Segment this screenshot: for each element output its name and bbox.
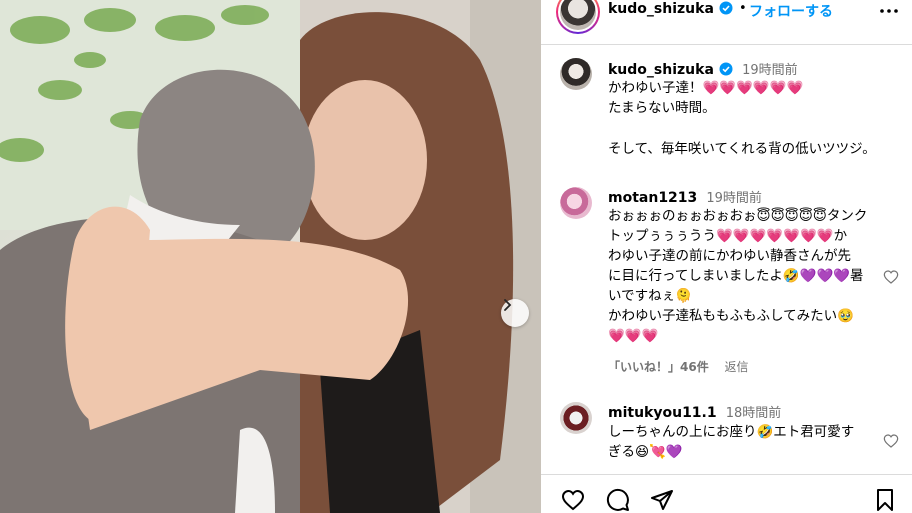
- comment-like-heart-icon[interactable]: [883, 433, 899, 449]
- caption-line: そして、毎年咲いてくれる背の低いツツジ。: [608, 141, 876, 157]
- comment-line: トップぅぅぅうう💗💗💗💗💗💗💗か: [608, 228, 848, 244]
- comment-avatar[interactable]: [560, 187, 592, 219]
- comment-meta: 「いいね！」46件 返信: [608, 358, 749, 375]
- follow-button[interactable]: フォローする: [749, 1, 833, 21]
- comment-line: わゆい子達の前にかわゆい静香さんが先: [608, 248, 851, 264]
- caption-avatar[interactable]: [560, 58, 592, 90]
- header-divider: [541, 44, 912, 45]
- caption-username[interactable]: kudo_shizuka: [608, 62, 714, 78]
- bookmark-icon[interactable]: [873, 488, 897, 512]
- comment-like-heart-icon[interactable]: [883, 269, 899, 285]
- comment-username[interactable]: mitukyou11.1: [608, 405, 717, 421]
- caption-time[interactable]: 19時間前: [742, 63, 798, 78]
- caption-line: かわゆい子達！💗💗💗💗💗💗: [608, 80, 804, 96]
- comment-time: 19時間前: [706, 191, 762, 206]
- header-username[interactable]: kudo_shizuka: [608, 1, 733, 17]
- comment-line: かわゆい子達私ももふもふしてみたい🥹: [608, 308, 854, 324]
- post-details-panel: kudo_shizuka • フォローする kudo_shizuka 19時間前…: [541, 0, 912, 513]
- comment-header: mitukyou11.1 18時間前: [608, 402, 781, 421]
- header-separator: •: [739, 1, 747, 16]
- comment-time: 18時間前: [725, 406, 782, 421]
- photo-illustration: [0, 0, 541, 513]
- verified-badge-icon: [719, 1, 733, 15]
- share-icon[interactable]: [649, 488, 675, 512]
- chevron-right-icon: [504, 299, 512, 311]
- comment-likes[interactable]: 「いいね！」46件: [608, 360, 709, 374]
- comment-line: しーちゃんの上にお座り🤣エト君可愛す: [608, 424, 855, 440]
- reply-button[interactable]: 返信: [725, 360, 749, 374]
- comment-line: に目に行ってしまいましたよ🤣💜💜💜暑: [608, 268, 864, 284]
- comment-line: 💗💗💗: [608, 328, 659, 344]
- verified-badge-icon: [719, 62, 733, 76]
- caption-header: kudo_shizuka 19時間前: [608, 59, 798, 78]
- actions-divider: [541, 474, 912, 475]
- caption-line: たまらない時間。: [608, 100, 716, 116]
- comment-line: いですねぇ🫠: [608, 288, 692, 304]
- action-bar: [541, 480, 912, 513]
- comment-username[interactable]: motan1213: [608, 190, 697, 206]
- post-photo: [0, 0, 541, 513]
- post-header: kudo_shizuka • フォローする: [541, 0, 912, 44]
- next-photo-button[interactable]: [501, 299, 529, 327]
- comment-header: motan1213 19時間前: [608, 187, 762, 206]
- comment-icon[interactable]: [605, 488, 631, 512]
- comment-avatar[interactable]: [560, 402, 592, 434]
- heart-icon[interactable]: [560, 488, 586, 512]
- more-horizontal-icon[interactable]: [877, 0, 901, 24]
- header-avatar[interactable]: [556, 0, 600, 34]
- comment-line: ぎる😆💘💜: [608, 444, 683, 460]
- comment-line: おぉぉぉのぉぉおぉおぉ😇😇😇😇😇タンク: [608, 208, 868, 224]
